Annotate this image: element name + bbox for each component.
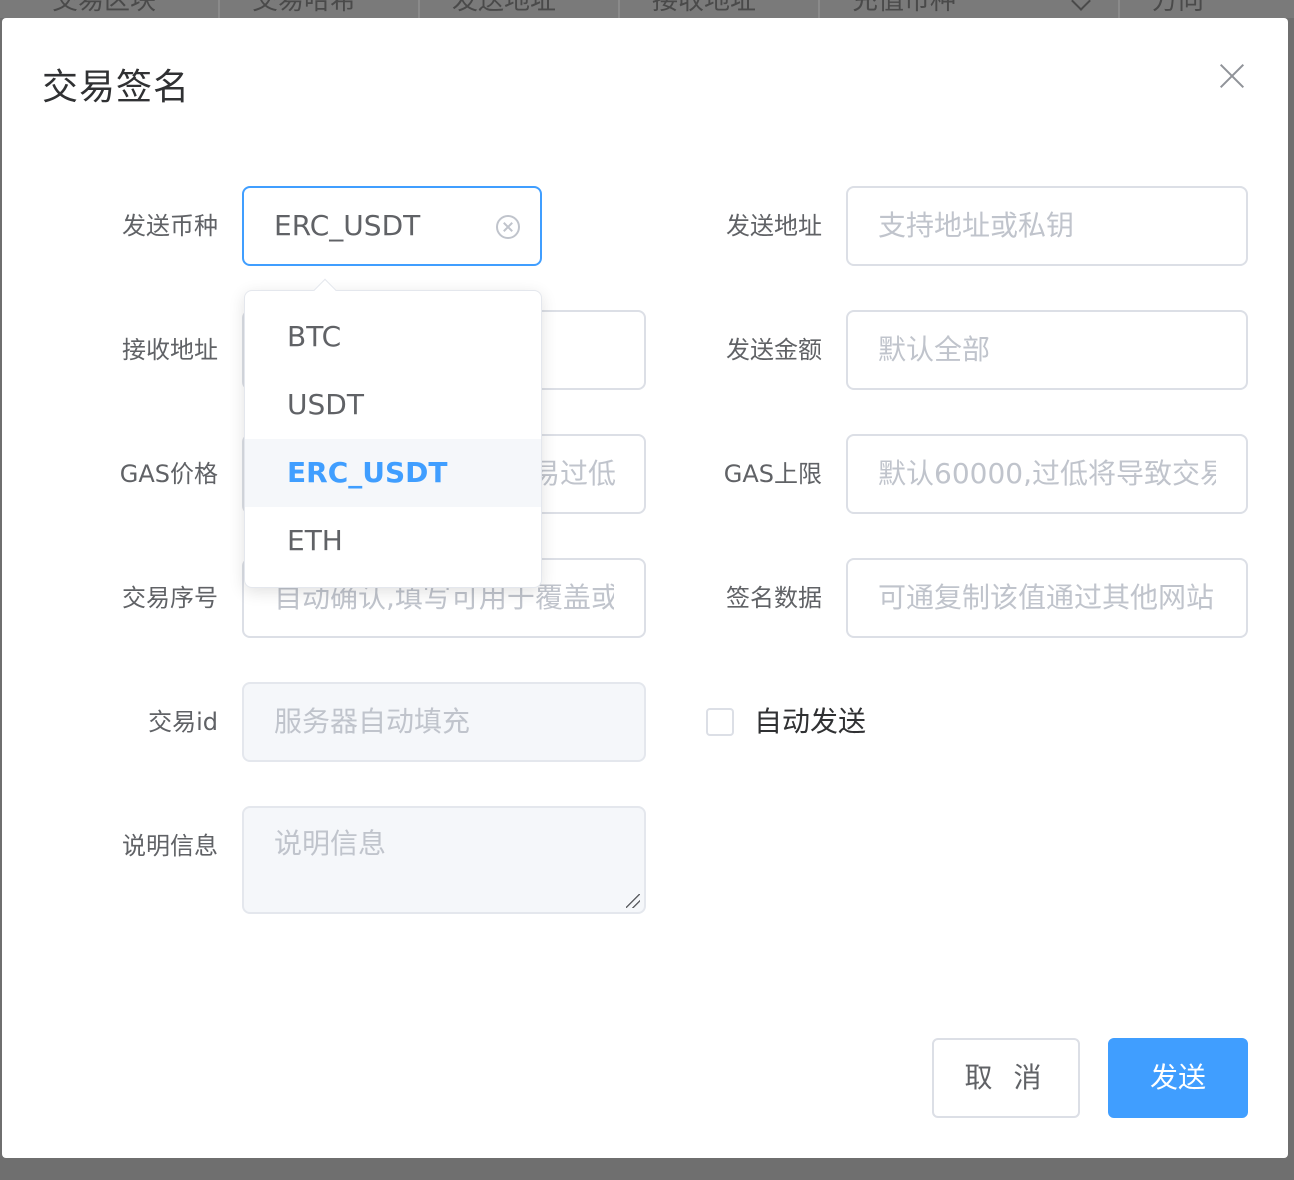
signature-label: 签名数据 xyxy=(726,584,822,612)
currency-dropdown: BTC USDT ERC_USDT ETH xyxy=(244,278,542,588)
description-field[interactable] xyxy=(242,806,646,914)
bg-column-header: 发送地址 xyxy=(452,0,557,16)
send-address-label: 发送地址 xyxy=(726,212,822,240)
send-amount-field[interactable] xyxy=(846,310,1248,390)
send-currency-value: ERC_USDT xyxy=(274,209,421,242)
background-table-header: 交易区块 交易哈希 发送地址 接收地址 充值币种 方向 xyxy=(0,0,1294,18)
bg-column-header: 方向 xyxy=(1152,0,1205,16)
bg-divider xyxy=(218,0,220,18)
tx-id-input xyxy=(274,705,614,738)
signature-input[interactable] xyxy=(878,581,1216,614)
bg-column-header: 接收地址 xyxy=(652,0,757,16)
tx-nonce-label: 交易序号 xyxy=(122,584,218,612)
send-currency-label: 发送币种 xyxy=(122,212,218,240)
tx-id-field xyxy=(242,682,646,762)
dialog-title: 交易签名 xyxy=(42,67,191,108)
chevron-down-icon xyxy=(1071,0,1091,11)
dropdown-option-btc[interactable]: BTC xyxy=(245,303,541,371)
bg-divider xyxy=(1118,0,1120,18)
send-address-field[interactable] xyxy=(846,186,1248,266)
description-label: 说明信息 xyxy=(122,832,218,860)
bg-divider xyxy=(818,0,820,18)
signature-field[interactable] xyxy=(846,558,1248,638)
gas-price-label: GAS价格 xyxy=(119,460,218,488)
gas-price-placeholder: 易过低 xyxy=(531,457,616,490)
send-amount-label: 发送金额 xyxy=(726,336,822,364)
send-currency-select[interactable]: ERC_USDT xyxy=(242,186,542,266)
auto-send-label[interactable]: 自动发送 xyxy=(754,700,866,744)
receive-address-label: 接收地址 xyxy=(122,336,218,364)
dropdown-option-erc-usdt[interactable]: ERC_USDT xyxy=(245,439,541,507)
bg-column-header: 充值币种 xyxy=(852,0,957,16)
gas-limit-field[interactable] xyxy=(846,434,1248,514)
auto-send-checkbox[interactable] xyxy=(706,708,734,736)
tx-id-label: 交易id xyxy=(148,708,218,736)
description-textarea[interactable] xyxy=(274,822,614,888)
bg-divider xyxy=(618,0,620,18)
clear-icon[interactable] xyxy=(496,215,520,239)
gas-limit-label: GAS上限 xyxy=(723,460,822,488)
bg-divider xyxy=(418,0,420,18)
bg-column-header: 交易区块 xyxy=(52,0,157,16)
bg-column-header: 交易哈希 xyxy=(252,0,357,16)
dropdown-option-eth[interactable]: ETH xyxy=(245,507,541,575)
send-amount-input[interactable] xyxy=(878,333,1216,366)
close-icon[interactable] xyxy=(1218,62,1246,90)
dropdown-arrow xyxy=(313,278,337,302)
gas-limit-input[interactable] xyxy=(878,457,1216,490)
cancel-button[interactable]: 取 消 xyxy=(932,1038,1080,1118)
transaction-sign-dialog: 交易签名 发送币种 ERC_USDT 发送地址 接收地址 发送金额 GAS价格 … xyxy=(2,18,1288,1158)
resize-handle-icon[interactable] xyxy=(626,894,640,908)
send-button[interactable]: 发送 xyxy=(1108,1038,1248,1118)
dropdown-option-usdt[interactable]: USDT xyxy=(245,371,541,439)
send-address-input[interactable] xyxy=(878,209,1216,242)
